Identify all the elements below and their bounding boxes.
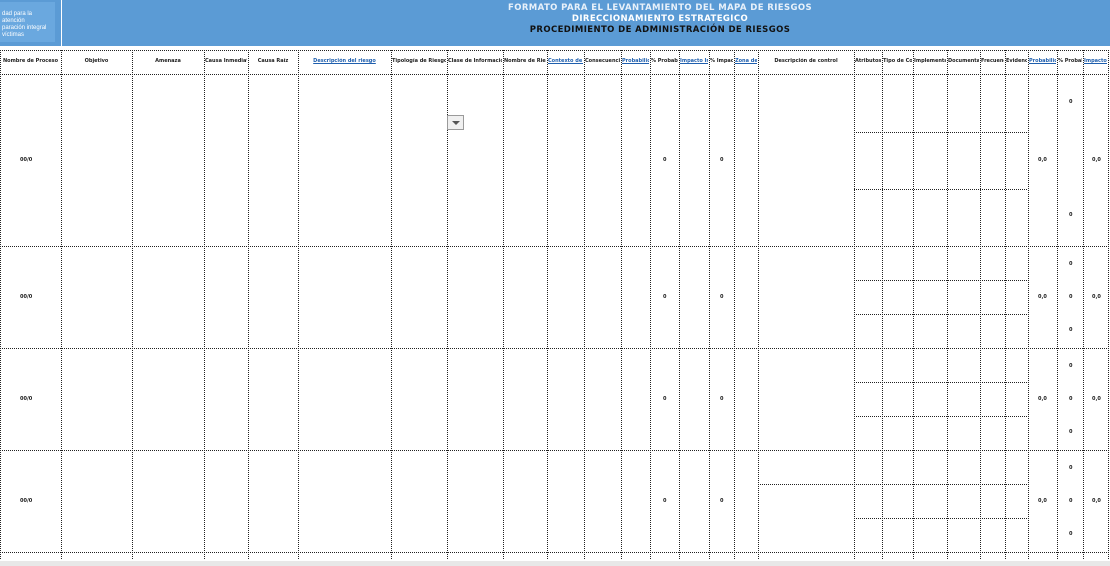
- column-header[interactable]: Nombre de Riesgo: [504, 58, 546, 64]
- residual-probability-cell: 0,0: [1038, 498, 1047, 504]
- column-header[interactable]: Atributos de los controles: [855, 58, 881, 64]
- impact-pct-cell: 0: [720, 498, 724, 504]
- column-header[interactable]: Frecuencia: [981, 58, 1004, 64]
- residual-impact-cell: 0,0: [1092, 294, 1101, 300]
- residual-probability-pct-cell: 0: [1069, 294, 1073, 300]
- residual-probability-pct-cell: 0: [1069, 363, 1073, 369]
- residual-probability-pct-cell: 0: [1069, 531, 1073, 537]
- form-subtitle: DIRECCIONAMIENTO ESTRATEGICO: [571, 14, 749, 24]
- logo-divider: [61, 0, 62, 46]
- residual-probability-pct-cell: 0: [1069, 498, 1073, 504]
- column-header[interactable]: Implementación: [914, 58, 946, 64]
- probability-pct-cell: 0: [663, 157, 667, 163]
- residual-probability-cell: 0,0: [1038, 157, 1047, 163]
- form-title: FORMATO PARA EL LEVANTAMIENTO DEL MAPA D…: [507, 3, 813, 13]
- process-name-cell: 00/0: [20, 498, 33, 504]
- probability-pct-cell: 0: [663, 396, 667, 402]
- column-header[interactable]: Nombre de Proceso: [1, 58, 60, 64]
- column-header[interactable]: Probabilidad Inherente: [622, 58, 649, 64]
- logo-text: dad para la atención paración integral v…: [2, 11, 47, 38]
- probability-pct-cell: 0: [663, 498, 667, 504]
- column-header[interactable]: Amenaza: [133, 58, 203, 64]
- residual-probability-pct-cell: 0: [1069, 327, 1073, 333]
- column-header[interactable]: Documentación: [948, 58, 979, 64]
- residual-probability-pct-cell: 0: [1069, 396, 1073, 402]
- column-header[interactable]: Causa Raíz: [249, 58, 297, 64]
- column-header[interactable]: Clase de Información: [448, 58, 502, 64]
- column-header[interactable]: Zona de Riesgo Inherente: [735, 58, 757, 64]
- impact-pct-cell: 0: [720, 294, 724, 300]
- column-header[interactable]: Probabilidad Residual: [1029, 58, 1056, 64]
- form-procedure: PROCEDIMIENTO DE ADMINISTRACIÓN DE RIESG…: [529, 25, 791, 35]
- column-header[interactable]: Evidencia: [1006, 58, 1027, 64]
- residual-probability-pct-cell: 0: [1069, 212, 1073, 218]
- residual-impact-cell: 0,0: [1092, 498, 1101, 504]
- column-header[interactable]: Impacto Inherente: [680, 58, 708, 64]
- column-header[interactable]: Descripción del riesgo: [299, 58, 390, 64]
- column-header[interactable]: % Probabilidad: [651, 58, 678, 64]
- probability-pct-cell: 0: [663, 294, 667, 300]
- residual-probability-cell: 0,0: [1038, 396, 1047, 402]
- residual-probability-cell: 0,0: [1038, 294, 1047, 300]
- grid-lines: [0, 50, 1109, 560]
- process-name-cell: 00/0: [20, 157, 33, 163]
- residual-probability-pct-cell: 0: [1069, 99, 1073, 105]
- column-header[interactable]: Causa Inmediata: [205, 58, 247, 64]
- residual-probability-pct-cell: 0: [1069, 429, 1073, 435]
- impact-pct-cell: 0: [720, 157, 724, 163]
- column-header[interactable]: Impacto Residual: [1084, 58, 1107, 64]
- process-name-cell: 00/0: [20, 294, 33, 300]
- header-banner: dad para la atención paración integral v…: [0, 0, 1110, 46]
- residual-probability-pct-cell: 0: [1069, 261, 1073, 267]
- column-header[interactable]: Tipo de Control: [883, 58, 912, 64]
- column-header[interactable]: Contexto de Riesgo: [548, 58, 583, 64]
- column-header[interactable]: Descripción de control: [759, 58, 853, 64]
- column-header[interactable]: Tipología de Riesgo: [392, 58, 446, 64]
- entity-logo: dad para la atención paración integral v…: [0, 2, 55, 42]
- status-bar: [0, 561, 1110, 566]
- risk-map-grid[interactable]: Nombre de Proceso Objetivo Amenaza Causa In…: [0, 50, 1110, 566]
- column-header[interactable]: Consecuencias de la Entidad: [585, 58, 620, 64]
- residual-probability-pct-cell: 0: [1069, 465, 1073, 471]
- column-header[interactable]: % Probabilidad: [1058, 58, 1082, 64]
- process-name-cell: 00/0: [20, 396, 33, 402]
- column-header[interactable]: % Impacto: [710, 58, 733, 64]
- residual-impact-cell: 0,0: [1092, 157, 1101, 163]
- dropdown-arrow-button[interactable]: [447, 115, 464, 130]
- impact-pct-cell: 0: [720, 396, 724, 402]
- column-header[interactable]: Objetivo: [62, 58, 131, 64]
- residual-impact-cell: 0,0: [1092, 396, 1101, 402]
